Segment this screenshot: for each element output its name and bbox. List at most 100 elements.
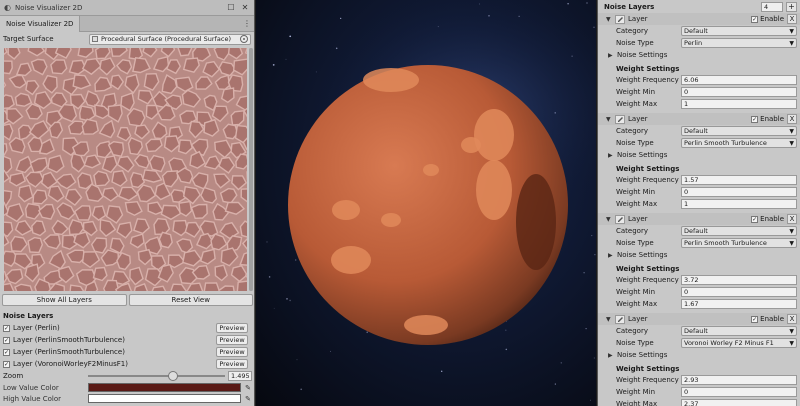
- layer-toggle-checkbox[interactable]: ✓: [3, 348, 10, 356]
- surface-bump: [381, 213, 401, 227]
- preview-button[interactable]: Preview: [216, 335, 248, 345]
- fold-arrow-icon[interactable]: ▼: [606, 116, 612, 123]
- layer-toggle-checkbox[interactable]: ✓: [3, 336, 10, 344]
- noise-settings-foldout[interactable]: ▶ Noise Settings: [598, 249, 800, 261]
- zoom-value-field[interactable]: 1.495: [228, 371, 252, 381]
- close-icon[interactable]: ✕: [240, 3, 250, 13]
- low-value-color-swatch[interactable]: [88, 383, 241, 392]
- enable-checkbox[interactable]: ✓: [751, 15, 759, 23]
- category-dropdown[interactable]: Default ▼: [681, 326, 797, 336]
- pencil-icon[interactable]: [615, 114, 625, 124]
- enable-checkbox[interactable]: ✓: [751, 315, 759, 323]
- scrollbar-thumb[interactable]: [249, 48, 253, 291]
- noise-type-dropdown[interactable]: Perlin Smooth Turbulence ▼: [681, 238, 797, 248]
- surface-bump: [474, 109, 514, 161]
- noise-cell: [158, 231, 173, 249]
- weight-max-field[interactable]: 1: [681, 99, 797, 109]
- noise-cell: [42, 74, 58, 94]
- add-layer-button[interactable]: +: [786, 1, 797, 12]
- eyedropper-icon[interactable]: ✎: [244, 384, 252, 392]
- weight-max-field[interactable]: 1.67: [681, 299, 797, 309]
- weight-min-field[interactable]: 0: [681, 187, 797, 197]
- layer-count-field[interactable]: 4: [761, 1, 783, 12]
- enable-toggle[interactable]: ✓ Enable: [751, 215, 784, 223]
- enable-checkbox[interactable]: ✓: [751, 115, 759, 123]
- fold-arrow-icon[interactable]: ▼: [606, 16, 612, 23]
- high-value-color-swatch[interactable]: [88, 394, 241, 403]
- remove-layer-button[interactable]: X: [787, 314, 797, 324]
- weight-frequency-row: Weight Frequency 2.93: [598, 374, 800, 386]
- weight-frequency-field[interactable]: 6.06: [681, 75, 797, 85]
- enable-checkbox[interactable]: ✓: [751, 215, 759, 223]
- noise-cell: [115, 282, 133, 291]
- noise-cell: [27, 236, 44, 254]
- noise-layers-section: Noise Layers ✓ Layer (Perlin) Preview ✓ Laye…: [0, 309, 255, 406]
- noise-settings-foldout[interactable]: ▶ Noise Settings: [598, 349, 800, 361]
- zoom-slider[interactable]: [88, 371, 225, 381]
- pencil-icon[interactable]: [615, 214, 625, 224]
- category-dropdown[interactable]: Default ▼: [681, 26, 797, 36]
- enable-toggle[interactable]: ✓ Enable: [751, 315, 784, 323]
- show-all-layers-button[interactable]: Show All Layers: [2, 294, 127, 306]
- noise-type-dropdown[interactable]: Perlin Smooth Turbulence ▼: [681, 138, 797, 148]
- fold-arrow-icon[interactable]: ▼: [606, 316, 612, 323]
- object-picker-icon[interactable]: [240, 35, 248, 43]
- noise-cell: [83, 154, 102, 169]
- weight-frequency-field[interactable]: 3.72: [681, 275, 797, 285]
- noise-preview-image[interactable]: [4, 48, 247, 291]
- layer-toggle-checkbox[interactable]: ✓: [3, 360, 10, 368]
- pencil-icon[interactable]: [615, 314, 625, 324]
- noise-settings-foldout[interactable]: ▶ Noise Settings: [598, 49, 800, 61]
- eyedropper-icon[interactable]: ✎: [244, 395, 252, 403]
- noise-cell: [182, 249, 203, 267]
- noise-cell: [5, 202, 25, 223]
- tab-noise-visualizer[interactable]: Noise Visualizer 2D: [0, 15, 81, 32]
- noise-cell: [91, 205, 107, 221]
- fold-arrow-icon[interactable]: ▼: [606, 216, 612, 223]
- noise-type-dropdown[interactable]: Voronoi Worley F2 Minus F1 ▼: [681, 338, 797, 348]
- enable-toggle[interactable]: ✓ Enable: [751, 115, 784, 123]
- noise-cell: [230, 110, 245, 126]
- chevron-down-icon: ▼: [789, 239, 794, 247]
- preview-scrollbar[interactable]: [249, 48, 253, 291]
- window-app-icon: ◐: [4, 3, 11, 12]
- reset-view-button[interactable]: Reset View: [128, 294, 253, 306]
- surface-bump: [404, 315, 448, 335]
- more-options-icon[interactable]: ⋮: [240, 19, 254, 28]
- voronoi-noise-pattern: [4, 48, 247, 291]
- target-surface-field[interactable]: Procedural Surface (Procedural Surface): [89, 33, 251, 45]
- preview-button[interactable]: Preview: [216, 359, 248, 369]
- remove-layer-button[interactable]: X: [787, 114, 797, 124]
- weight-frequency-field[interactable]: 2.93: [681, 375, 797, 385]
- weight-max-field[interactable]: 2.37: [681, 399, 797, 406]
- noise-cell: [70, 152, 86, 173]
- enable-toggle[interactable]: ✓ Enable: [751, 15, 784, 23]
- noise-settings-foldout[interactable]: ▶ Noise Settings: [598, 149, 800, 161]
- preview-button[interactable]: Preview: [216, 323, 248, 333]
- remove-layer-button[interactable]: X: [787, 214, 797, 224]
- pencil-icon[interactable]: [615, 14, 625, 24]
- chevron-down-icon: ▼: [789, 139, 794, 147]
- noise-cell: [136, 184, 157, 203]
- weight-min-field[interactable]: 0: [681, 87, 797, 97]
- layer-header: ▼ Layer ✓ Enable X: [598, 313, 800, 325]
- noise-cell: [218, 285, 235, 291]
- layer-toggle-checkbox[interactable]: ✓: [3, 324, 10, 332]
- fold-arrow-icon: ▶: [608, 251, 613, 259]
- weight-min-field[interactable]: 0: [681, 287, 797, 297]
- zoom-slider-knob[interactable]: [167, 371, 178, 381]
- weight-frequency-field[interactable]: 1.57: [681, 175, 797, 185]
- noise-type-dropdown[interactable]: Perlin ▼: [681, 38, 797, 48]
- weight-frequency-label: Weight Frequency: [616, 176, 679, 184]
- noise-cell: [27, 48, 46, 57]
- maximize-icon[interactable]: ☐: [226, 3, 236, 13]
- preview-button[interactable]: Preview: [216, 347, 248, 357]
- fold-arrow-icon: ▶: [608, 351, 613, 359]
- noise-type-value: Perlin Smooth Turbulence: [684, 139, 767, 147]
- category-dropdown[interactable]: Default ▼: [681, 226, 797, 236]
- weight-min-field[interactable]: 0: [681, 387, 797, 397]
- remove-layer-button[interactable]: X: [787, 14, 797, 24]
- weight-max-field[interactable]: 1: [681, 199, 797, 209]
- scene-view[interactable]: [256, 0, 596, 406]
- category-dropdown[interactable]: Default ▼: [681, 126, 797, 136]
